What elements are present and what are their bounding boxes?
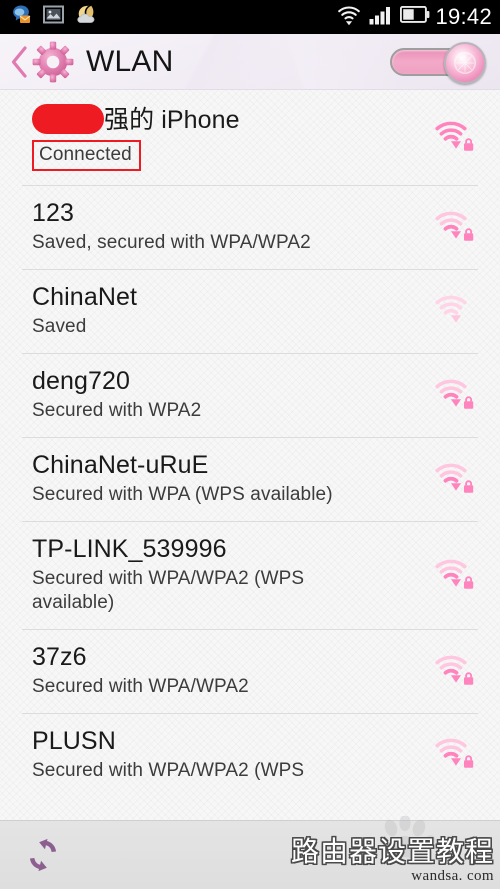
wifi-signal-locked-icon (426, 651, 482, 691)
wifi-network-row[interactable]: ChinaNet Saved (0, 268, 500, 353)
wifi-row-text: PLUSN Secured with WPA/WPA2 (WPS (32, 727, 426, 783)
page-title: WLAN (86, 44, 174, 78)
wifi-signal-locked-icon (426, 117, 482, 157)
wifi-ssid: ChinaNet-uRuE (32, 450, 209, 479)
wifi-signal-locked-icon (426, 555, 482, 595)
wifi-network-row[interactable]: 123 Saved, secured with WPA/WPA2 (0, 184, 500, 269)
wifi-network-row[interactable]: 37z6 Secured with WPA/WPA2 (0, 628, 500, 713)
wifi-status: Secured with WPA2 (32, 399, 202, 421)
wifi-network-row[interactable]: PLUSN Secured with WPA/WPA2 (WPS (0, 712, 500, 797)
wifi-ssid: deng720 (32, 366, 131, 395)
cellular-signal-icon (369, 5, 393, 30)
status-bar: 19:42 (0, 0, 500, 34)
wifi-row-text: deng720 Secured with WPA2 (32, 367, 426, 423)
wifi-row-text: 37z6 Secured with WPA/WPA2 (32, 643, 426, 699)
site-watermark: 路由器设置教程 wandsa. com (250, 814, 494, 885)
wifi-network-row[interactable]: deng720 Secured with WPA2 (0, 352, 500, 437)
wifi-status: Saved (32, 315, 87, 337)
status-bar-clock: 19:42 (435, 4, 492, 29)
scan-refresh-icon[interactable] (0, 835, 86, 875)
wifi-network-row[interactable]: ChinaNet-uRuE Secured with WPA (WPS avail… (0, 436, 500, 521)
wifi-status: Secured with WPA/WPA2 (32, 675, 249, 697)
wifi-row-text: ChinaNet-uRuE Secured with WPA (WPS avail… (32, 451, 426, 507)
wifi-status: Secured with WPA/WPA2 (WPS (32, 759, 305, 781)
wifi-ssid: 37z6 (32, 642, 87, 671)
wifi-signal-locked-icon (426, 734, 482, 774)
wifi-status-annotated: Connected (32, 140, 141, 171)
watermark-title: 路由器设置教程 (290, 835, 494, 868)
wlan-toggle-knob (444, 41, 486, 84)
wifi-row-text: TP-LINK_539996 Secured with WPA/WPA2 (WPS… (32, 535, 426, 615)
wifi-row-text: ChinaNet Saved (32, 283, 426, 339)
bottom-bar: 路由器设置教程 wandsa. com (0, 814, 500, 889)
wifi-ssid-text: 强的 iPhone (104, 106, 240, 134)
picture-icon (43, 5, 64, 29)
wifi-row-text: 强的 iPhone Connected (32, 104, 426, 171)
battery-icon (400, 5, 430, 28)
wifi-ssid: 强的 iPhone (32, 104, 426, 135)
back-chevron-icon[interactable] (8, 45, 30, 79)
wifi-signal-locked-icon (426, 207, 482, 247)
gear-icon[interactable] (32, 41, 74, 83)
wifi-status: Saved, secured with WPA/WPA2 (32, 231, 311, 253)
wifi-status-icon (336, 4, 362, 31)
wifi-ssid: ChinaNet (32, 282, 138, 311)
wifi-signal-icon (426, 291, 482, 331)
wifi-ssid: PLUSN (32, 726, 116, 755)
mail-icon (10, 4, 32, 31)
status-bar-left-icons (10, 4, 99, 31)
watermark-url: wandsa. com (411, 868, 494, 884)
wifi-network-list[interactable]: 强的 iPhone Connected 123 Saved, secured wit… (0, 90, 500, 820)
wlan-toggle[interactable] (390, 41, 486, 84)
wifi-network-row[interactable]: TP-LINK_539996 Secured with WPA/WPA2 (WPS… (0, 520, 500, 629)
phone-screen: 19:42 WLAN 强的 iPhone Connected 123 Saved… (0, 0, 500, 889)
wifi-network-row[interactable]: 强的 iPhone Connected (0, 90, 500, 185)
redaction-blob (32, 104, 104, 134)
status-bar-right-icons (336, 4, 430, 31)
weather-moon-icon (75, 4, 99, 30)
wifi-signal-locked-icon (426, 375, 482, 415)
wifi-status: Secured with WPA/WPA2 (WPS available) (32, 567, 305, 613)
wifi-ssid: 123 (32, 198, 75, 227)
wifi-status: Secured with WPA (WPS available) (32, 483, 333, 505)
wifi-signal-locked-icon (426, 459, 482, 499)
app-header: WLAN (0, 34, 500, 90)
wifi-ssid: TP-LINK_539996 (32, 534, 227, 563)
wifi-row-text: 123 Saved, secured with WPA/WPA2 (32, 199, 426, 255)
